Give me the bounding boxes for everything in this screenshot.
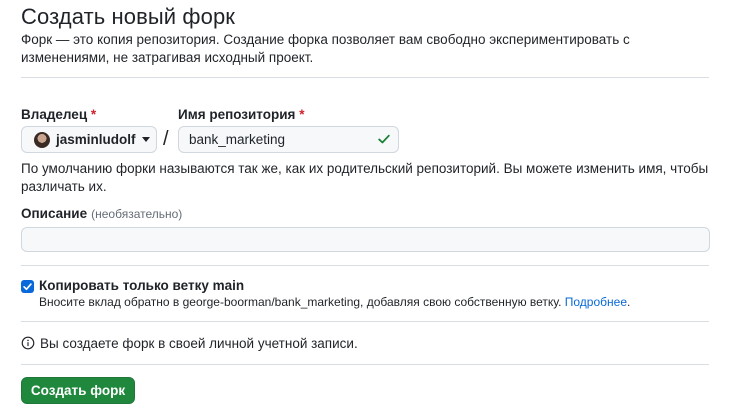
- check-icon: [378, 134, 390, 144]
- owner-repo-separator: /: [163, 128, 169, 150]
- repo-name-input[interactable]: [178, 126, 399, 153]
- description-label-text: Описание: [21, 206, 88, 221]
- divider: [21, 321, 709, 322]
- page-description: Форк — это копия репозитория. Создание ф…: [21, 32, 630, 65]
- checkmark-icon: [23, 283, 32, 291]
- create-fork-button[interactable]: Создать форк: [21, 377, 135, 404]
- copy-main-help-text: Вносите вклад обратно в george-boorman/b…: [39, 295, 565, 309]
- owner-label-text: Владелец: [21, 107, 88, 122]
- repo-name-label-text: Имя репозитория: [178, 107, 296, 122]
- avatar: [34, 131, 50, 148]
- owner-label: Владелец *: [21, 107, 96, 122]
- page-title: Создать новый форк: [21, 4, 236, 29]
- divider: [21, 77, 709, 78]
- description-input[interactable]: [21, 227, 710, 252]
- copy-main-checkbox[interactable]: [21, 280, 34, 293]
- copy-main-help-suffix: .: [627, 295, 631, 309]
- divider: [21, 364, 709, 365]
- learn-more-link[interactable]: Подробнее: [565, 295, 627, 309]
- repo-name-hint: По умолчанию форки называются так же, ка…: [21, 161, 709, 194]
- divider: [21, 265, 709, 266]
- info-icon: [21, 336, 35, 350]
- repo-name-label: Имя репозитория *: [178, 107, 304, 122]
- chevron-down-icon: [141, 137, 150, 142]
- info-message: Вы создаете форк в своей личной учетной …: [40, 336, 358, 351]
- owner-select-button[interactable]: jasminludolf: [21, 126, 157, 153]
- description-label: Описание (необязательно): [21, 206, 182, 221]
- optional-hint: (необязательно): [91, 207, 183, 221]
- owner-name: jasminludolf: [56, 132, 136, 147]
- required-mark: *: [90, 107, 97, 122]
- copy-main-help: Вносите вклад обратно в george-boorman/b…: [39, 295, 630, 309]
- copy-main-label[interactable]: Копировать только ветку main: [39, 278, 244, 293]
- required-mark: *: [299, 107, 305, 122]
